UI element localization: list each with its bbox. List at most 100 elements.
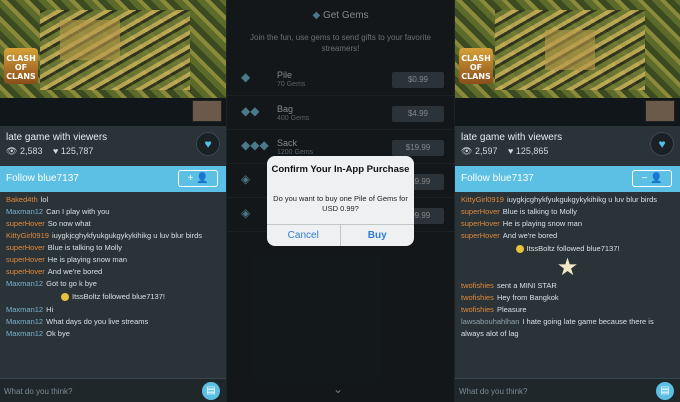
chat-list: KittyGirl0919 iuygkjcghykfyukgukgykykihik… <box>455 192 680 378</box>
chat-username[interactable]: superHover <box>461 219 500 228</box>
chat-message: lawsabouhahlhan I hate going late game be… <box>461 316 674 340</box>
dialog-message: Do you want to buy one Pile of Gems for … <box>273 194 408 213</box>
stream-stats: 👁 2,583 ♥ 125,787 <box>6 146 101 157</box>
chat-message: Maxman12 Got to go k bye <box>6 278 220 290</box>
likes-count: ♥ 125,787 <box>52 146 94 156</box>
chat-message: superHover And we're bored <box>461 230 674 242</box>
chat-message: KittyGirl0919 iuygkjcghykfyukgukgykykihik… <box>6 230 220 242</box>
star-gift: ★ <box>461 256 674 280</box>
chat-text: Blue is talking to Molly <box>47 243 122 252</box>
chat-list: Baked4th lol Maxman12 Can I play with you su… <box>0 192 226 378</box>
cancel-button[interactable]: Cancel <box>267 225 341 246</box>
stream-video[interactable]: CLASH OF CLANS <box>0 0 226 126</box>
stream-info: late game with viewers 👁 2,583 ♥ 125,787… <box>0 126 226 166</box>
chat-username[interactable]: Maxman12 <box>6 207 43 216</box>
chat-text: So now what <box>47 219 91 228</box>
gems-panel: ◆ Get Gems Join the fun, use gems to sen… <box>227 0 454 402</box>
chat-message: superHover So now what <box>6 218 220 230</box>
chat-text: Hey from Bangkok <box>496 293 559 302</box>
chat-text: He is playing snow man <box>47 255 127 264</box>
chat-text: And we're bored <box>502 231 558 240</box>
chat-text: sent a MINI STAR <box>496 281 557 290</box>
chat-username[interactable]: Baked4th <box>6 195 38 204</box>
views-count: 👁 2,597 <box>461 146 498 156</box>
webcam-overlay <box>645 100 675 122</box>
chat-username[interactable]: superHover <box>6 243 45 252</box>
chat-message: superHover Blue is talking to Molly <box>6 242 220 254</box>
chat-message: superHover He is playing snow man <box>6 254 220 266</box>
stream-stats: 👁 2,597 ♥ 125,865 <box>461 146 556 157</box>
chat-username[interactable]: superHover <box>461 231 500 240</box>
chat-message: twofishies Pleasure <box>461 304 674 316</box>
chat-text: Got to go k bye <box>46 279 97 288</box>
follow-label: Follow blue7137 <box>461 173 534 184</box>
follow-event: ItssBoltz followed blue7137! <box>6 290 220 304</box>
heart-icon[interactable]: ♥ <box>650 132 674 156</box>
game-logo: CLASH OF CLANS <box>459 48 493 84</box>
chat-text: lol <box>40 195 49 204</box>
chat-message: superHover Blue is talking to Molly <box>461 206 674 218</box>
game-logo: CLASH OF CLANS <box>4 48 38 84</box>
stream-panel-left: CLASH OF CLANS late game with viewers 👁 2,… <box>0 0 226 402</box>
gift-icon[interactable]: ▤ <box>656 382 674 400</box>
chat-text: What days do you live streams <box>46 317 149 326</box>
chat-username[interactable]: lawsabouhahlhan <box>461 317 519 326</box>
gift-icon[interactable]: ▤ <box>202 382 220 400</box>
chat-message: Maxman12 Hi <box>6 304 220 316</box>
chat-text: Ok bye <box>46 329 70 338</box>
chat-username[interactable]: superHover <box>6 267 45 276</box>
chat-input[interactable] <box>459 383 639 399</box>
views-count: 👁 2,583 <box>6 146 43 156</box>
chat-text: And we're bored <box>47 267 103 276</box>
chat-message: twofishies Hey from Bangkok <box>461 292 674 304</box>
chat-message: Maxman12 Can I play with you <box>6 206 220 218</box>
chat-username[interactable]: superHover <box>6 255 45 264</box>
buy-button[interactable]: Buy <box>341 225 415 246</box>
webcam-overlay <box>192 100 222 122</box>
chat-username[interactable]: Maxman12 <box>6 279 43 288</box>
coin-icon <box>515 245 524 254</box>
likes-count: ♥ 125,865 <box>507 146 549 156</box>
chat-username[interactable]: KittyGirl0919 <box>461 195 504 204</box>
chat-username[interactable]: twofishies <box>461 293 494 302</box>
chat-username[interactable]: twofishies <box>461 305 494 314</box>
coin-icon <box>61 293 69 302</box>
purchase-dialog: Confirm Your In-App Purchase Do you want… <box>267 156 414 246</box>
chat-text: He is playing snow man <box>502 219 582 228</box>
chat-input-bar: ▤ <box>0 378 226 402</box>
chat-text: Blue is talking to Molly <box>502 207 577 216</box>
chat-text: Pleasure <box>496 305 527 314</box>
follow-bar: Follow blue7137 + 👤 <box>0 166 226 192</box>
chat-username[interactable]: Maxman12 <box>6 329 43 338</box>
follow-label: Follow blue7137 <box>6 173 79 184</box>
chat-username[interactable]: twofishies <box>461 281 494 290</box>
chat-text: Can I play with you <box>46 207 110 216</box>
chat-username[interactable]: Maxman12 <box>6 317 43 326</box>
stream-info: late game with viewers 👁 2,597 ♥ 125,865… <box>455 126 680 166</box>
follow-button[interactable]: + 👤 <box>178 170 218 187</box>
chat-input[interactable] <box>4 383 184 399</box>
stream-title: late game with viewers <box>461 132 563 143</box>
chat-username[interactable]: KittyGirl0919 <box>6 231 49 240</box>
heart-icon[interactable]: ♥ <box>196 132 220 156</box>
chat-message: Maxman12 What days do you live streams <box>6 316 220 328</box>
stream-panel-right: CLASH OF CLANS late game with viewers 👁 2,… <box>455 0 680 402</box>
unfollow-button[interactable]: − 👤 <box>632 170 672 187</box>
stream-video[interactable]: CLASH OF CLANS <box>455 0 680 126</box>
chat-message: Baked4th lol <box>6 194 220 206</box>
stream-title: late game with viewers <box>6 132 108 143</box>
chat-text: iuygkjcghykfyukgukgykykihikg u luv blur … <box>51 231 203 240</box>
chat-username[interactable]: superHover <box>461 207 500 216</box>
chat-username[interactable]: superHover <box>6 219 45 228</box>
star-icon: ★ <box>556 254 579 281</box>
dialog-title: Confirm Your In-App Purchase <box>271 164 410 175</box>
chat-text: Hi <box>46 305 54 314</box>
chat-message: KittyGirl0919 iuygkjcghykfyukgukgykykihik… <box>461 194 674 206</box>
chat-message: twofishies sent a MINI STAR <box>461 280 674 292</box>
chevron-down-icon[interactable]: ⌄ <box>333 382 343 396</box>
chat-username[interactable]: Maxman12 <box>6 305 43 314</box>
follow-bar: Follow blue7137 − 👤 <box>455 166 680 192</box>
chat-text: iuygkjcghykfyukgukgykykihikg u luv blur … <box>506 195 658 204</box>
chat-message: superHover He is playing snow man <box>461 218 674 230</box>
chat-input-bar: ▤ <box>455 378 680 402</box>
